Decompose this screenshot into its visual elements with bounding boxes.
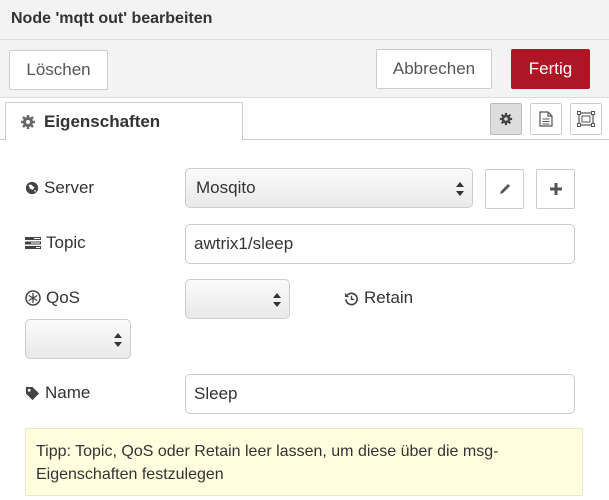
layout-icon	[577, 111, 595, 127]
name-label-text: Name	[45, 383, 91, 402]
tab-bar: Eigenschaften	[0, 98, 609, 141]
topic-label-text: Topic	[46, 233, 86, 252]
tasks-icon	[25, 237, 41, 249]
tab-properties[interactable]: Eigenschaften	[5, 102, 243, 141]
qos-select[interactable]	[185, 279, 290, 319]
edit-server-button[interactable]	[485, 169, 524, 209]
tab-button-appearance[interactable]	[570, 103, 602, 135]
dialog-titlebar: Node 'mqtt out' bearbeiten	[0, 0, 609, 40]
done-button[interactable]: Fertig	[511, 49, 590, 89]
dialog-buttonbar: Löschen Abbrechen Fertig	[0, 40, 609, 98]
name-input-value: Sleep	[194, 384, 238, 403]
server-label: Server	[25, 178, 94, 198]
cancel-button[interactable]: Abbrechen	[376, 49, 492, 89]
tab-button-description[interactable]	[530, 103, 562, 135]
tip-box: Tipp: Topic, QoS oder Retain leer lassen…	[25, 428, 583, 496]
tab-properties-label: Eigenschaften	[44, 111, 161, 131]
server-select-value: Mosqito	[196, 178, 256, 197]
pencil-icon	[499, 184, 510, 194]
dialog-title: Node 'mqtt out' bearbeiten	[11, 10, 213, 27]
tag-icon	[25, 386, 40, 400]
topic-input[interactable]: awtrix1/sleep	[185, 224, 575, 264]
topic-label: Topic	[25, 233, 86, 253]
updown-arrows-icon	[114, 333, 122, 347]
globe-icon	[25, 181, 39, 195]
retain-label-text: Retain	[364, 288, 414, 307]
server-select[interactable]: Mosqito	[185, 168, 473, 208]
qos-label-text: QoS	[46, 288, 81, 307]
snowflake-icon	[25, 290, 41, 306]
retain-label: Retain	[344, 288, 413, 308]
name-label: Name	[25, 383, 90, 403]
plus-icon	[549, 183, 562, 195]
gear-icon	[499, 112, 513, 126]
updown-arrows-icon	[456, 182, 464, 196]
server-label-text: Server	[44, 178, 95, 197]
tab-button-properties[interactable]	[490, 103, 522, 135]
retain-select[interactable]	[25, 319, 131, 359]
history-icon	[344, 292, 358, 305]
qos-label: QoS	[25, 288, 80, 308]
name-input[interactable]: Sleep	[185, 374, 575, 414]
topic-input-value: awtrix1/sleep	[194, 234, 294, 253]
gear-icon	[21, 114, 35, 129]
add-server-button[interactable]	[536, 169, 575, 209]
document-icon	[539, 111, 553, 127]
updown-arrows-icon	[273, 293, 281, 307]
delete-button[interactable]: Löschen	[9, 50, 108, 90]
